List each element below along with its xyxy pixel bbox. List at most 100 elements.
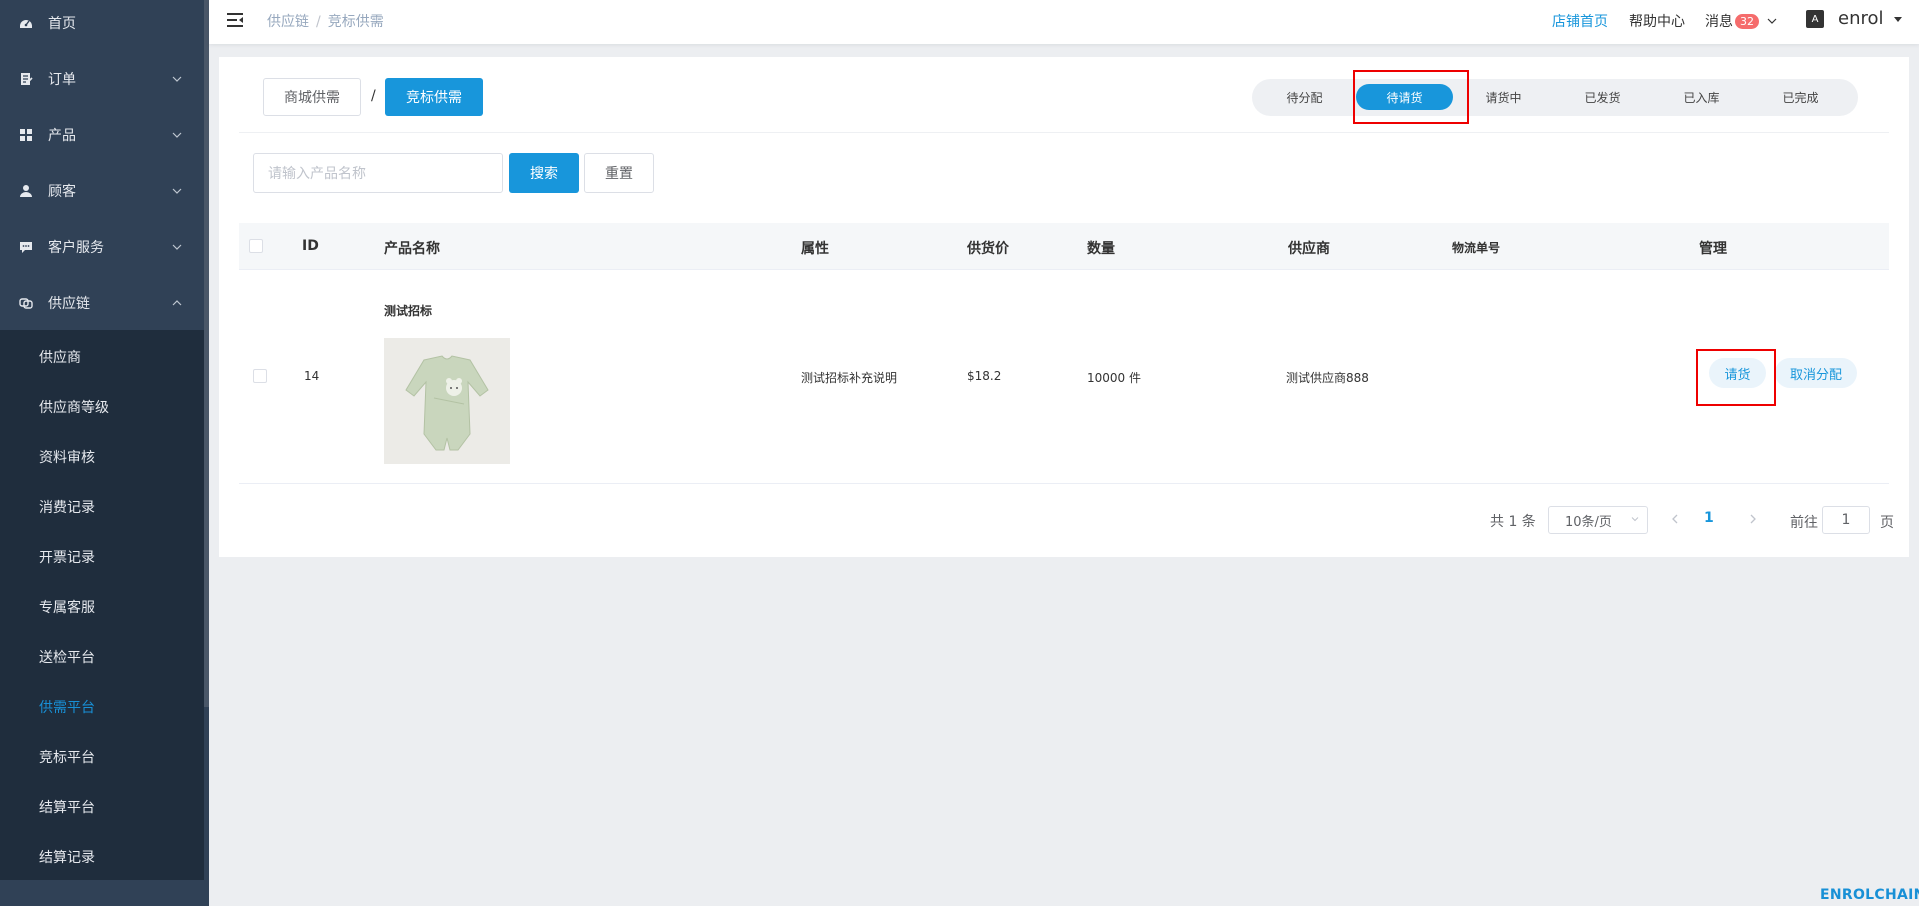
breadcrumb-separator: / (316, 14, 321, 30)
column-header-id: ID (302, 238, 319, 254)
sidebar-item-bidding-platform[interactable]: 竞标平台 (0, 732, 204, 782)
nav-label: 顾客 (48, 184, 76, 200)
nav-item-customer-service[interactable]: 客户服务 (0, 219, 204, 275)
sub-item-label: 供需平台 (39, 700, 95, 716)
chevron-down-icon (172, 76, 182, 82)
status-tab-stocked[interactable]: 已入库 (1653, 84, 1750, 110)
status-tab-requesting[interactable]: 请货中 (1455, 84, 1552, 110)
nav-item-partial (0, 880, 204, 906)
cell-supplier: 测试供应商888 (1286, 371, 1369, 385)
breadcrumb: 供应链 / 竞标供需 (267, 11, 384, 31)
nav-item-supply-chain[interactable]: 供应链 (0, 275, 204, 331)
nav-item-customers[interactable]: 顾客 (0, 163, 204, 219)
column-header-supplier: 供应商 (1288, 241, 1330, 257)
nav-label: 客户服务 (48, 240, 104, 256)
supply-chain-icon (18, 295, 34, 311)
sub-item-label: 供应商等级 (39, 400, 109, 416)
breadcrumb-item: 竞标供需 (327, 14, 384, 30)
sidebar-item-supplier-level[interactable]: 供应商等级 (0, 382, 204, 432)
store-home-link[interactable]: 店铺首页 (1552, 11, 1608, 31)
user-menu[interactable]: enrol (1838, 8, 1884, 29)
sidebar-item-settlement-records[interactable]: 结算记录 (0, 832, 204, 882)
divider (239, 132, 1889, 133)
sidebar-item-settlement-platform[interactable]: 结算平台 (0, 782, 204, 832)
cell-attribute: 测试招标补充说明 (801, 371, 898, 385)
status-tab-shipped[interactable]: 已发货 (1554, 84, 1651, 110)
goto-suffix: 页 (1880, 515, 1894, 531)
page-size-value: 10条/页 (1565, 514, 1612, 530)
prev-page-icon[interactable] (1669, 513, 1681, 525)
menu-toggle-icon[interactable] (226, 11, 244, 29)
status-tab-completed[interactable]: 已完成 (1752, 84, 1849, 110)
tab-mall-supply[interactable]: 商城供需 (263, 78, 361, 116)
nav-label: 产品 (48, 128, 76, 144)
chevron-up-icon (172, 300, 182, 306)
status-tab-pending-assign[interactable]: 待分配 (1256, 84, 1353, 110)
caret-down-icon[interactable] (1894, 17, 1902, 22)
message-count-badge: 32 (1735, 14, 1759, 29)
highlight-box-action (1696, 349, 1776, 406)
cancel-assign-button[interactable]: 取消分配 (1775, 358, 1857, 388)
sidebar-item-inspection-platform[interactable]: 送检平台 (0, 632, 204, 682)
grid-icon (18, 127, 34, 143)
select-all-checkbox[interactable] (249, 239, 263, 253)
row-checkbox[interactable] (253, 369, 267, 383)
messages-menu[interactable]: 消息 32 (1705, 11, 1777, 31)
nav-item-home[interactable]: 首页 (0, 0, 204, 51)
column-header-price: 供货价 (967, 241, 1009, 257)
top-header: 供应链 / 竞标供需 店铺首页 帮助中心 消息 32 A enrol (209, 0, 1919, 44)
sub-item-label: 结算平台 (39, 800, 95, 816)
chevron-down-icon (172, 188, 182, 194)
sidebar-scrollbar[interactable] (204, 0, 209, 707)
chevron-down-icon (172, 244, 182, 250)
user-icon (18, 183, 34, 199)
sub-item-label: 结算记录 (39, 850, 95, 866)
nav-label: 供应链 (48, 296, 90, 312)
order-icon (18, 71, 34, 87)
page-size-select[interactable]: 10条/页 (1548, 506, 1648, 534)
sidebar-item-supply-demand-platform[interactable]: 供需平台 (0, 682, 204, 732)
main-card: 商城供需 / 竞标供需 待分配 待请货 请货中 已发货 已入库 已完成 请输入产… (219, 57, 1909, 557)
chevron-down-icon (1631, 517, 1639, 522)
sidebar-item-consumption-records[interactable]: 消费记录 (0, 482, 204, 532)
breadcrumb-item[interactable]: 供应链 (267, 14, 309, 30)
sidebar-item-document-review[interactable]: 资料审核 (0, 432, 204, 482)
column-header-quantity: 数量 (1087, 241, 1115, 257)
sub-item-label: 专属客服 (39, 600, 95, 616)
tab-bidding-supply[interactable]: 竞标供需 (385, 78, 483, 116)
sidebar-item-invoice-records[interactable]: 开票记录 (0, 532, 204, 582)
language-icon[interactable]: A (1806, 10, 1824, 28)
sub-item-label: 资料审核 (39, 450, 95, 466)
sidebar-item-dedicated-service[interactable]: 专属客服 (0, 582, 204, 632)
chat-icon (18, 239, 34, 255)
sidebar: 首页 订单 产品 顾客 客户服务 供应链 供应商 供应商等级 资料审核 消费记录… (0, 0, 209, 906)
nav-item-products[interactable]: 产品 (0, 107, 204, 163)
column-header-attribute: 属性 (801, 241, 829, 257)
table-header: ID 产品名称 属性 供货价 数量 供应商 物流单号 管理 (239, 223, 1889, 270)
reset-button[interactable]: 重置 (584, 153, 654, 193)
help-center-link[interactable]: 帮助中心 (1629, 11, 1685, 31)
sub-item-label: 供应商 (39, 350, 81, 366)
sub-item-label: 送检平台 (39, 650, 95, 666)
nav-label: 首页 (48, 16, 76, 32)
next-page-icon[interactable] (1747, 513, 1759, 525)
search-button[interactable]: 搜索 (509, 153, 579, 193)
sidebar-item-supplier[interactable]: 供应商 (0, 332, 204, 382)
column-header-product-name: 产品名称 (384, 241, 440, 257)
cell-product-name: 测试招标 (384, 304, 433, 318)
sub-item-label: 开票记录 (39, 550, 95, 566)
supply-chain-submenu: 供应商 供应商等级 资料审核 消费记录 开票记录 专属客服 送检平台 供需平台 … (0, 330, 204, 880)
highlight-box-status (1353, 70, 1469, 124)
page-number-current[interactable]: 1 (1704, 510, 1714, 526)
brand-watermark: ENROLCHAIN (1820, 887, 1919, 903)
baby-romper-image (384, 338, 510, 464)
goto-page-input[interactable]: 1 (1822, 506, 1870, 534)
product-search-input[interactable]: 请输入产品名称 (253, 153, 503, 193)
cell-quantity: 10000 件 (1087, 371, 1141, 385)
cell-id: 14 (304, 369, 320, 383)
nav-item-orders[interactable]: 订单 (0, 51, 204, 107)
goto-prefix: 前往 (1790, 515, 1818, 531)
sub-item-label: 竞标平台 (39, 750, 95, 766)
pagination-total: 共 1 条 (1490, 514, 1536, 530)
messages-label: 消息 (1705, 14, 1733, 30)
